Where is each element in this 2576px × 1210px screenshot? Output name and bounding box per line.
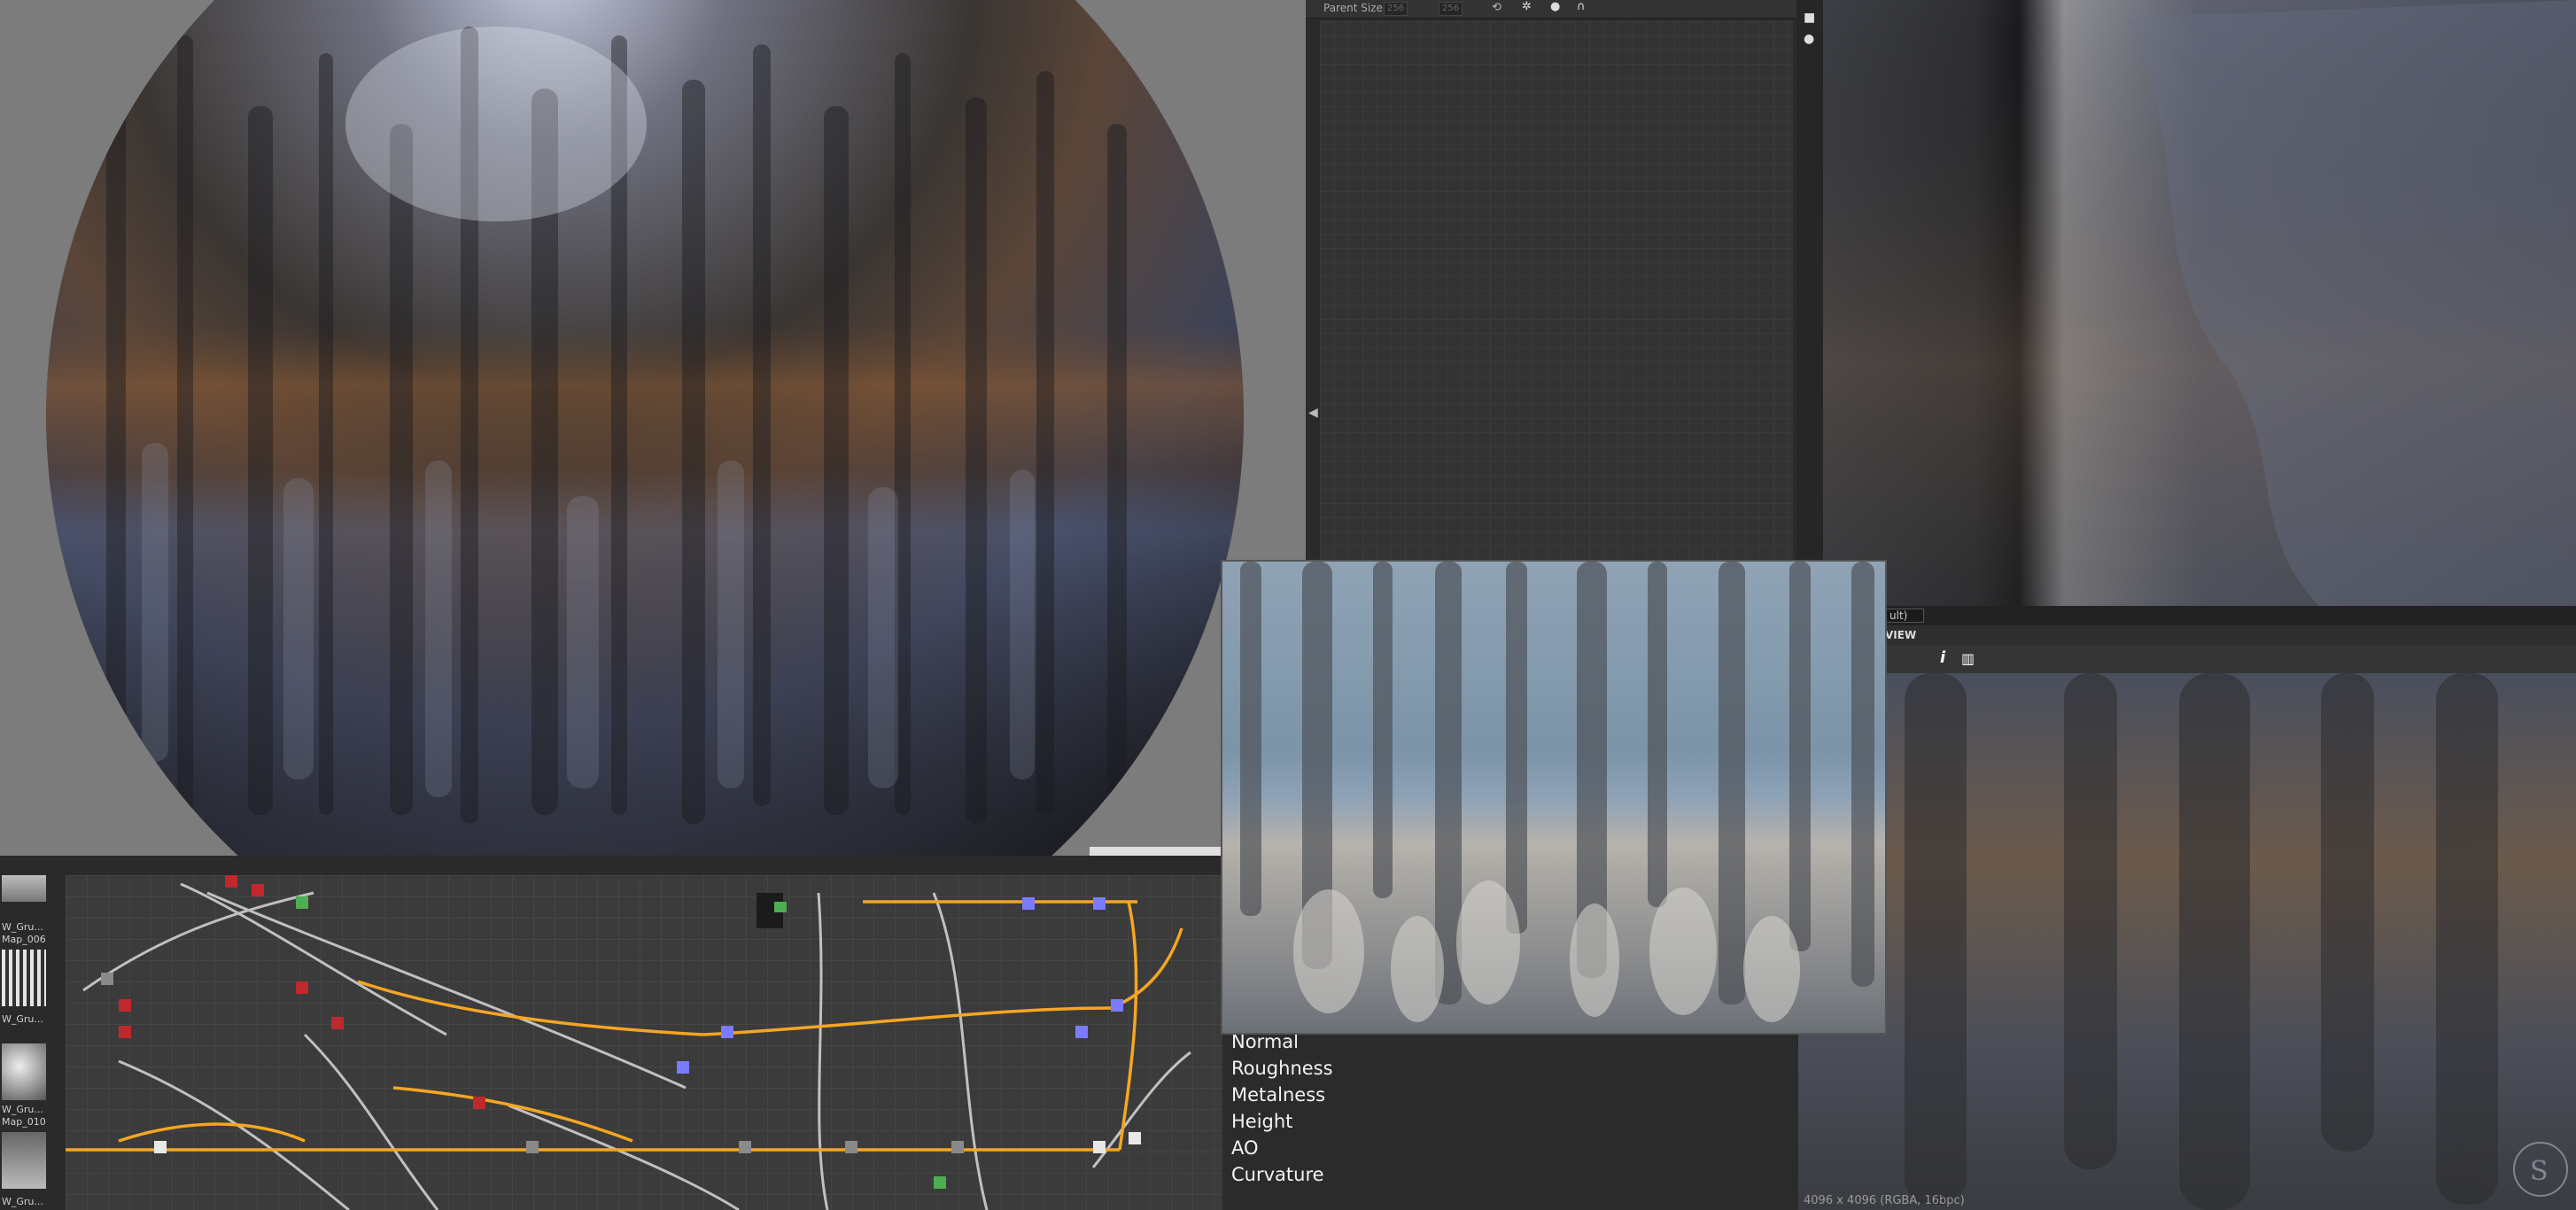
camera-icon[interactable]: ■ <box>1804 11 1815 25</box>
parameters-toolbar: Parent Size: 256 256 ⟲ ✲ ● ∩ <box>1306 0 1796 19</box>
parameters-panel[interactable]: Parent Size: 256 256 ⟲ ✲ ● ∩ <box>1306 0 1796 560</box>
output-label-metalness: Metalness <box>1231 1084 1326 1105</box>
library-item-label: W_Gru... <box>2 921 43 933</box>
output-label-roughness: Roughness <box>1231 1058 1333 1079</box>
view-mode-select[interactable]: ult) <box>1885 609 1925 623</box>
collapse-arrow-icon[interactable]: ◀ <box>1308 406 1318 420</box>
library-item-label: W_Gru... <box>2 1104 43 1115</box>
texture-preview-window[interactable] <box>1221 560 1887 1035</box>
library-thumbnail[interactable] <box>2 875 46 902</box>
texture-2d-render: S <box>1798 673 2576 1210</box>
2d-view-title: VIEW <box>1885 629 1917 641</box>
2d-view-mode-bar: ult) <box>1869 606 2576 625</box>
lock-icon[interactable]: ∩ <box>1577 0 1586 13</box>
2d-view-title-bar: VIEW <box>1869 625 2576 646</box>
histogram-icon[interactable]: ▥ <box>1961 650 1975 667</box>
reset-icon[interactable]: ⟲ <box>1492 1 1501 14</box>
parameters-content[interactable] <box>1320 21 1793 560</box>
library-thumbnail[interactable] <box>2 950 46 1006</box>
output-label-ao: AO <box>1231 1137 1259 1159</box>
link-icon[interactable]: ✲ <box>1522 0 1532 13</box>
graph-canvas[interactable] <box>66 875 1222 1210</box>
library-strip[interactable]: W_Gru... Map_006 W_Gru... W_Gru... Map_0… <box>0 875 66 1210</box>
pin-icon[interactable]: ● <box>1550 0 1560 13</box>
texture-preview-image <box>1222 562 1885 1033</box>
2d-view-top[interactable] <box>1823 0 2576 606</box>
3d-viewport[interactable] <box>0 0 1306 856</box>
graph-panel-header <box>0 856 1222 876</box>
library-item-label: W_Gru... <box>2 1196 43 1207</box>
2d-view-bottom[interactable]: S <box>1798 673 2576 1210</box>
viewport-tools-strip: ■ ● <box>1796 0 1823 560</box>
library-item-label: Map_006 <box>2 934 46 945</box>
svg-text:S: S <box>2530 1156 2549 1187</box>
library-item-label: Map_010 <box>2 1116 46 1128</box>
light-icon[interactable]: ● <box>1804 32 1814 46</box>
output-label-curvature: Curvature <box>1231 1164 1324 1185</box>
library-thumbnail[interactable] <box>2 1132 46 1189</box>
parent-size-height-select[interactable]: 256 <box>1439 2 1463 16</box>
parent-size-width-select[interactable]: 256 <box>1384 2 1408 16</box>
library-thumbnail[interactable] <box>2 1043 46 1100</box>
output-label-height: Height <box>1231 1111 1293 1132</box>
2d-view-status: 4096 x 4096 (RGBA, 16bpc) <box>1804 1194 1965 1207</box>
node-graph <box>66 875 1191 1210</box>
metal-sphere-render <box>46 0 1306 856</box>
2d-view-toolbar: i ▥ <box>1869 645 2576 673</box>
graph-panel[interactable]: W_Gru... Map_006 W_Gru... W_Gru... Map_0… <box>0 856 1222 1210</box>
texture-closeup-render <box>1823 0 2576 606</box>
info-icon[interactable]: i <box>1940 648 1945 667</box>
library-item-label: W_Gru... <box>2 1013 43 1025</box>
parent-size-label: Parent Size: <box>1323 2 1386 14</box>
